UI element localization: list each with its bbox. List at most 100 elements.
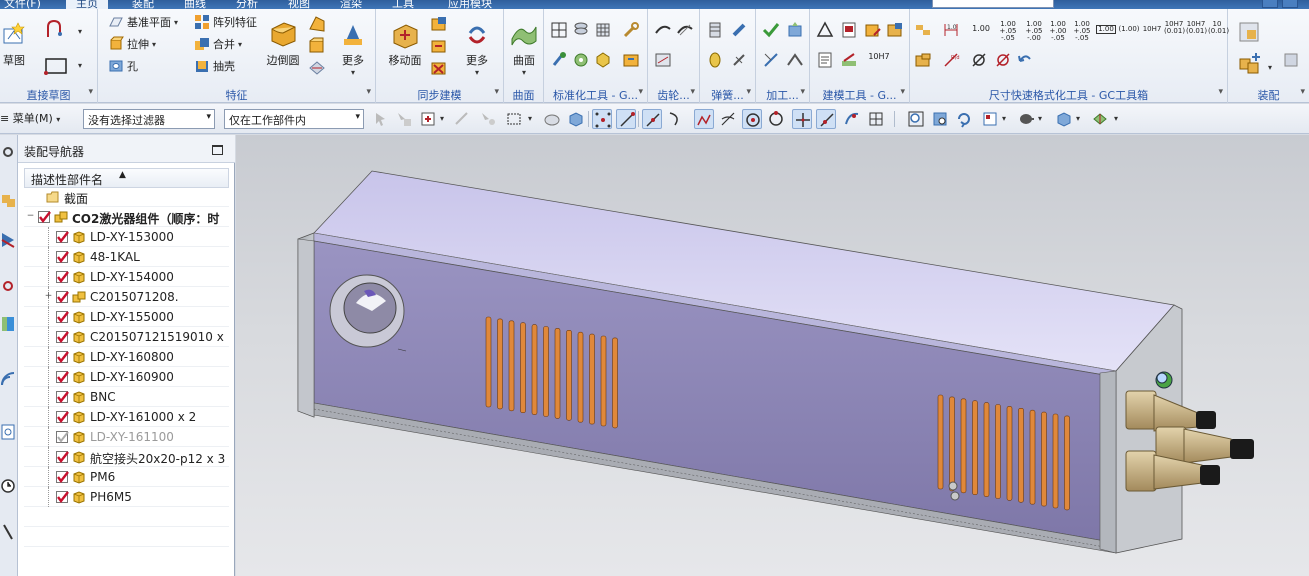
nut-tool-icon[interactable] <box>594 51 612 69</box>
tab-tools[interactable]: 工具 <box>392 0 414 9</box>
tree-row[interactable]: + C2015071208. <box>24 287 229 307</box>
snap-on-curve-icon[interactable] <box>816 109 836 129</box>
tree-row[interactable]: LD-XY-153000 <box>24 227 229 247</box>
visibility-checkbox[interactable] <box>56 491 69 503</box>
settings-icon[interactable] <box>0 141 16 163</box>
shaded-view-icon[interactable] <box>1054 109 1074 129</box>
cut-tool-icon[interactable] <box>762 51 780 69</box>
diameter-red-icon[interactable] <box>994 51 1012 69</box>
selection-filter-select[interactable]: 没有选择过滤器 ▾ <box>83 109 215 129</box>
dim-format-fit-3[interactable]: 10H7 (0.01) <box>1186 21 1207 35</box>
snap-grid-icon[interactable] <box>866 109 886 129</box>
shell-button[interactable]: 抽壳 <box>194 56 235 76</box>
snap-control-point-icon[interactable] <box>694 109 714 129</box>
snap-quadrant-icon[interactable] <box>766 109 786 129</box>
chevron-down-icon[interactable]: ▾ <box>1268 63 1272 72</box>
spring-table-icon[interactable] <box>706 21 724 39</box>
graphics-window[interactable] <box>236 135 1309 576</box>
tab-assembly[interactable]: 装配 <box>132 0 154 9</box>
rotate-view-icon[interactable] <box>954 109 974 129</box>
block-edit-icon[interactable] <box>864 21 882 39</box>
snap-existing-point-icon[interactable] <box>792 109 812 129</box>
visibility-checkbox[interactable] <box>56 291 69 303</box>
sync-more-button[interactable]: 更多 ▾ <box>460 19 494 77</box>
draft-icon[interactable] <box>308 15 326 33</box>
visibility-checkbox[interactable] <box>56 411 69 423</box>
chevron-down-icon[interactable]: ▾ <box>1076 114 1080 123</box>
chevron-down-icon[interactable]: ▾ <box>528 114 532 123</box>
visibility-checkbox[interactable] <box>56 271 69 283</box>
menu-button[interactable]: ≡ 菜单(M) ▾ <box>0 110 60 126</box>
visibility-checkbox[interactable] <box>56 351 69 363</box>
visibility-checkbox[interactable] <box>56 451 69 463</box>
profile-tool-icon[interactable] <box>786 51 804 69</box>
rectangle-icon[interactable] <box>42 55 72 77</box>
select-face-icon[interactable] <box>394 109 414 129</box>
table-tool-icon[interactable] <box>594 21 612 39</box>
extrude-button[interactable]: 拉伸 ▾ <box>108 34 156 54</box>
dim-format-fit-1[interactable]: 10H7 <box>1142 26 1162 33</box>
tab-render[interactable]: 渲染 <box>340 0 362 9</box>
select-edge-icon[interactable] <box>452 109 472 129</box>
gear-mesh-icon[interactable] <box>654 51 672 69</box>
reuse-library-icon[interactable] <box>0 313 16 335</box>
visibility-checkbox[interactable] <box>56 331 69 343</box>
chevron-down-icon[interactable]: ▾ <box>1038 114 1042 123</box>
tree-row[interactable]: LD-XY-154000 <box>24 267 229 287</box>
gear-modify-icon[interactable] <box>676 21 694 39</box>
washer-tool-icon[interactable] <box>572 51 590 69</box>
dim-format-basic[interactable]: 1.00 <box>1096 25 1116 34</box>
ribbon-options-button[interactable] <box>1282 0 1298 8</box>
diameter-symbol-icon[interactable] <box>970 51 988 69</box>
snap-point-icon[interactable] <box>418 109 438 129</box>
tab-view[interactable]: 视图 <box>288 0 310 9</box>
dimension-stack-icon[interactable] <box>914 21 932 39</box>
dimension-part-icon[interactable] <box>914 51 932 69</box>
edge-blend-button[interactable]: 边倒圆 <box>264 19 302 68</box>
tree-row[interactable]: LD-XY-161000 x 2 <box>24 407 229 427</box>
dim-format-symmetric[interactable]: 1.00 +.05 -.05 <box>996 21 1020 42</box>
visibility-checkbox[interactable] <box>56 371 69 383</box>
fit-label-10h7[interactable]: 10H7 <box>866 53 892 61</box>
fit-edit-icon[interactable] <box>840 51 858 69</box>
profile-arc-icon[interactable] <box>42 19 72 41</box>
layer-view-icon[interactable] <box>1090 109 1110 129</box>
select-body-icon[interactable] <box>478 109 498 129</box>
clock-icon[interactable] <box>0 475 16 497</box>
tab-home[interactable]: 主页 <box>66 0 108 9</box>
tree-row[interactable]: C201507121519010 x <box>24 327 229 347</box>
roles-icon[interactable] <box>0 521 16 543</box>
replace-face-icon[interactable] <box>430 15 448 33</box>
tree-row[interactable]: LD-XY-161100 <box>24 427 229 447</box>
orient-view-icon[interactable] <box>980 109 1000 129</box>
undo-format-icon[interactable] <box>1016 51 1034 69</box>
snap-endpoint-icon[interactable] <box>592 109 612 129</box>
feature-more-button[interactable]: 更多 ▾ <box>336 19 370 77</box>
visibility-checkbox[interactable] <box>38 211 51 223</box>
snap-on-face-icon[interactable] <box>842 109 862 129</box>
stack-tool-icon[interactable] <box>572 21 590 39</box>
tree-row[interactable]: PH6M5 <box>24 487 229 507</box>
assembly-navigator-icon[interactable] <box>0 189 16 211</box>
maximize-icon[interactable] <box>212 145 223 155</box>
history-icon[interactable] <box>0 421 16 443</box>
chevron-down-icon[interactable]: ▾ <box>78 27 82 36</box>
column-header[interactable]: 描述性部件名 ▲ <box>24 168 229 188</box>
dim-format-reference[interactable]: (1.00) <box>1118 26 1140 33</box>
select-solid-icon[interactable] <box>542 109 562 129</box>
help-button[interactable] <box>1262 0 1278 8</box>
visibility-checkbox[interactable] <box>56 251 69 263</box>
tree-row[interactable]: BNC <box>24 387 229 407</box>
part-navigator-icon[interactable] <box>0 275 16 297</box>
chevron-down-icon[interactable]: ▾ <box>78 61 82 70</box>
fit-view-icon[interactable] <box>906 109 926 129</box>
dimension-align-icon[interactable]: 1.0 <box>942 21 960 39</box>
chevron-down-icon[interactable]: ▾ <box>1114 114 1118 123</box>
visibility-checkbox[interactable] <box>56 311 69 323</box>
part-library-icon[interactable] <box>622 51 640 69</box>
rectangle-select-icon[interactable] <box>504 109 524 129</box>
laser-model-3d[interactable] <box>236 135 1309 576</box>
selection-scope-select[interactable]: 仅在工作部件内 ▾ <box>224 109 364 129</box>
dim-format-bilateral[interactable]: 1.00 +.05 -.05 <box>1070 21 1094 42</box>
unite-button[interactable]: 合并 ▾ <box>194 34 242 54</box>
